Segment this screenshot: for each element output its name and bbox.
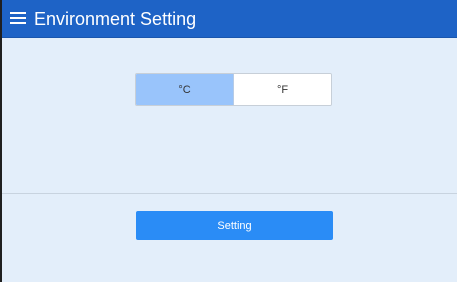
- fahrenheit-option[interactable]: °F: [234, 74, 331, 105]
- temperature-unit-toggle: °C °F: [135, 73, 332, 106]
- header-bar: Environment Setting: [2, 0, 457, 38]
- hamburger-menu-icon[interactable]: [10, 12, 26, 25]
- celsius-option[interactable]: °C: [136, 74, 234, 105]
- section-divider: [2, 193, 457, 194]
- page-title: Environment Setting: [34, 9, 197, 29]
- setting-button[interactable]: Setting: [136, 211, 333, 240]
- environment-setting-window: Environment Setting °C °F Setting: [0, 0, 457, 282]
